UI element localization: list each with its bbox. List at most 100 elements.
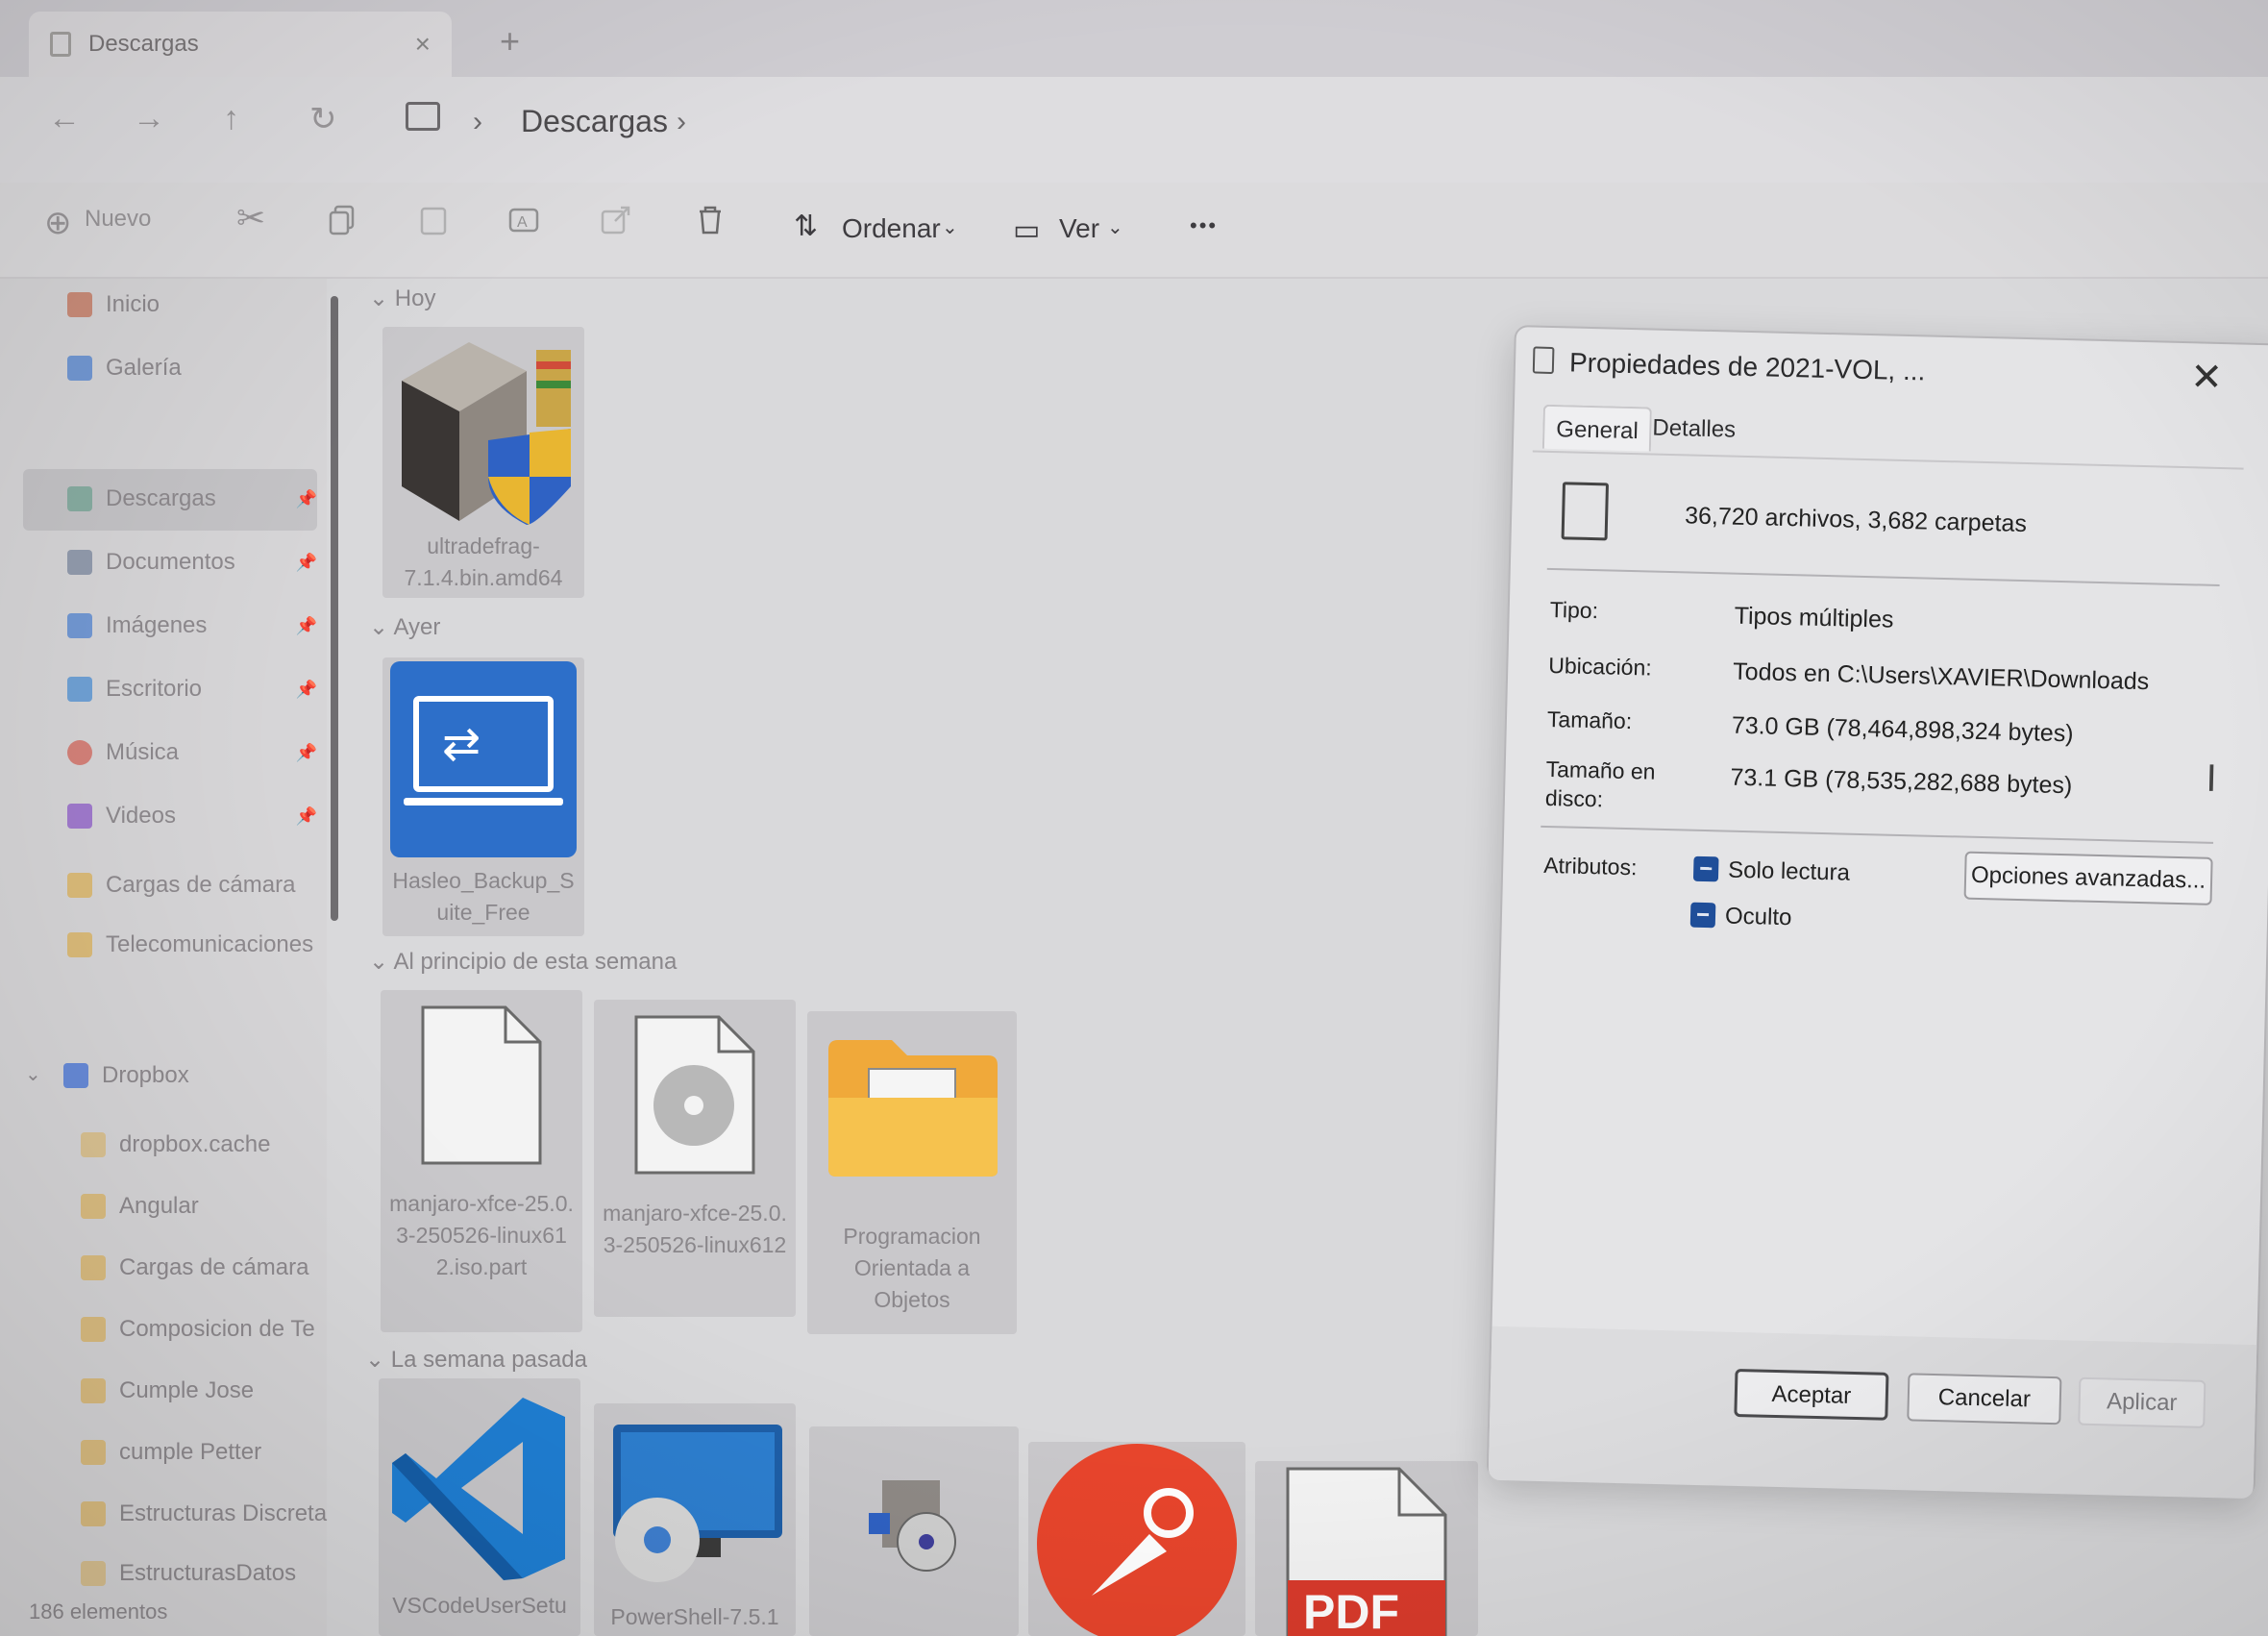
sidebar-item-musica[interactable]: Música 📌 [67,729,317,777]
folder-tile-programacion[interactable]: Programacion Orientada a Objetos [807,1011,1017,1334]
sort-button[interactable]: Ordenar [842,213,941,244]
sidebar-item-estructuras-datos[interactable]: EstructurasDatos [81,1561,331,1586]
pictures-icon [67,613,92,638]
view-icon: ▭ [1013,214,1041,246]
properties-dialog: Propiedades de 2021-VOL, ... ✕ General D… [1486,325,2268,1500]
close-tab-icon[interactable]: × [415,29,431,60]
paste-icon[interactable] [417,204,450,236]
folder-icon [81,1501,106,1526]
folder-icon [81,1378,106,1403]
installer-icon [402,342,571,525]
sidebar-item-dropbox-cache[interactable]: dropbox.cache [81,1121,331,1169]
sidebar-item-label: Inicio [106,291,160,317]
section-hoy[interactable]: ⌄ Hoy [369,285,435,312]
tab-descargas[interactable]: Descargas × [29,12,452,77]
file-tile-manjaro-iso[interactable]: manjaro-xfce-25.0.3-250526-linux612 [594,1000,796,1317]
hidden-label[interactable]: Oculto [1725,904,1792,932]
rename-icon[interactable]: A [507,204,540,236]
file-tile-vscode[interactable]: VSCodeUserSetu [379,1378,580,1636]
sidebar-item-imagenes[interactable]: Imágenes 📌 [67,602,317,650]
cut-icon[interactable]: ✂ [236,198,265,238]
sidebar-item-label: Imágenes [106,612,208,638]
file-tile-postman[interactable] [1028,1442,1245,1636]
file-tile-powershell[interactable]: PowerShell-7.5.1 [594,1403,796,1636]
sidebar-item-label: Cumple Jose [119,1377,255,1403]
sidebar-item-videos[interactable]: Videos 📌 [67,792,317,840]
file-tile-hasleo[interactable]: ⇄ Hasleo_Backup_Suite_Free [382,657,584,936]
breadcrumb-separator[interactable]: › [677,106,686,138]
dialog-title: Propiedades de 2021-VOL, ... [1568,347,1926,386]
readonly-checkbox[interactable] [1692,855,1719,882]
location-label: Ubicación: [1548,652,1653,681]
sidebar-scrollbar[interactable] [331,296,338,921]
new-button[interactable]: Nuevo [85,206,151,233]
sidebar-item-documentos[interactable]: Documentos 📌 [67,538,317,586]
section-semana-pasada[interactable]: ⌄ La semana pasada [365,1346,587,1374]
sidebar-item-angular[interactable]: Angular [81,1182,331,1230]
apply-button[interactable]: Aplicar [2078,1376,2206,1428]
sidebar-item-cargas-camara-dropbox[interactable]: Cargas de cámara [81,1244,331,1292]
file-tile-ultradefrag[interactable]: ultradefrag-7.1.4.bin.amd64 [382,327,584,598]
refresh-button[interactable]: ↻ [309,100,337,138]
file-tile-manjaro-part[interactable]: manjaro-xfce-25.0.3-250526-linux612.iso.… [381,990,582,1332]
chevron-down-icon[interactable]: ⌄ [25,1050,54,1098]
more-options-button[interactable]: ••• [1190,213,1218,238]
file-tile-setup[interactable] [809,1426,1019,1636]
ok-button[interactable]: Aceptar [1734,1368,1889,1421]
new-icon: ⊕ [44,205,72,241]
section-ayer[interactable]: ⌄ Ayer [369,613,440,641]
close-dialog-button[interactable]: ✕ [2190,355,2224,400]
tab-general[interactable]: General [1541,404,1653,452]
breadcrumb-descargas[interactable]: Descargas [521,104,668,139]
cancel-button[interactable]: Cancelar [1907,1373,2062,1425]
delete-icon[interactable] [694,204,727,236]
copy-icon[interactable] [327,204,359,236]
section-principio-semana[interactable]: ⌄ Al principio de esta semana [369,948,677,976]
size-value: 73.0 GB (78,464,898,324 bytes) [1731,711,2074,748]
sidebar-item-label: Música [106,739,180,765]
chevron-down-icon: ⌄ [942,217,958,238]
sidebar-item-label: Angular [119,1193,199,1219]
pin-icon: 📌 [295,552,317,572]
this-pc-icon[interactable] [406,102,440,131]
file-tile-pdf[interactable]: PDF [1255,1461,1478,1636]
title-bar: Descargas × + [0,0,2268,77]
section-title: La semana pasada [390,1347,587,1373]
svg-text:A: A [517,214,528,231]
sidebar-item-composicion[interactable]: Composicion de Te [81,1305,331,1353]
disc-image-icon [634,1015,755,1175]
music-icon [67,740,92,765]
sidebar-item-inicio[interactable]: Inicio [67,281,317,329]
dropbox-icon [63,1063,88,1088]
sidebar-item-cumple-jose[interactable]: Cumple Jose [81,1367,331,1415]
installer-disc-icon [613,1425,782,1582]
advanced-options-button[interactable]: Opciones avanzadas... [1963,851,2213,905]
readonly-label[interactable]: Solo lectura [1728,857,1850,887]
file-name: Hasleo_Backup_Suite_Free [392,868,575,925]
breadcrumb-separator[interactable]: › [473,106,482,138]
file-name: manjaro-xfce-25.0.3-250526-linux612 [603,1201,787,1257]
share-icon[interactable] [600,204,632,236]
sidebar-item-descargas[interactable]: Descargas 📌 [67,475,317,523]
home-icon [67,292,92,317]
setup-icon [869,1480,956,1572]
size-label: Tamaño: [1546,706,1633,734]
view-button[interactable]: Ver [1059,213,1099,244]
sidebar-item-escritorio[interactable]: Escritorio 📌 [67,665,317,713]
new-tab-button[interactable]: + [500,21,520,62]
sidebar-item-cumple-petter[interactable]: cumple Petter [81,1428,331,1476]
forward-button[interactable]: → [133,100,165,137]
up-button[interactable]: ↑ [223,100,239,137]
sidebar-item-label: Estructuras Discreta [119,1500,328,1526]
divider [1541,825,2214,844]
sidebar-item-cargas-camara[interactable]: Cargas de cámara [67,861,317,909]
folder-icon [81,1194,106,1219]
sidebar-item-galeria[interactable]: Galería [67,344,317,392]
sidebar-item-telecomunicaciones[interactable]: Telecomunicaciones [67,921,317,969]
sidebar-item-dropbox[interactable]: Dropbox [63,1052,313,1100]
hidden-checkbox[interactable] [1689,902,1716,929]
tab-detalles[interactable]: Detalles [1640,414,1747,444]
back-button[interactable]: ← [48,100,81,137]
type-label: Tipo: [1549,596,1599,624]
sidebar-item-estructuras-discreta[interactable]: Estructuras Discreta [81,1490,331,1538]
